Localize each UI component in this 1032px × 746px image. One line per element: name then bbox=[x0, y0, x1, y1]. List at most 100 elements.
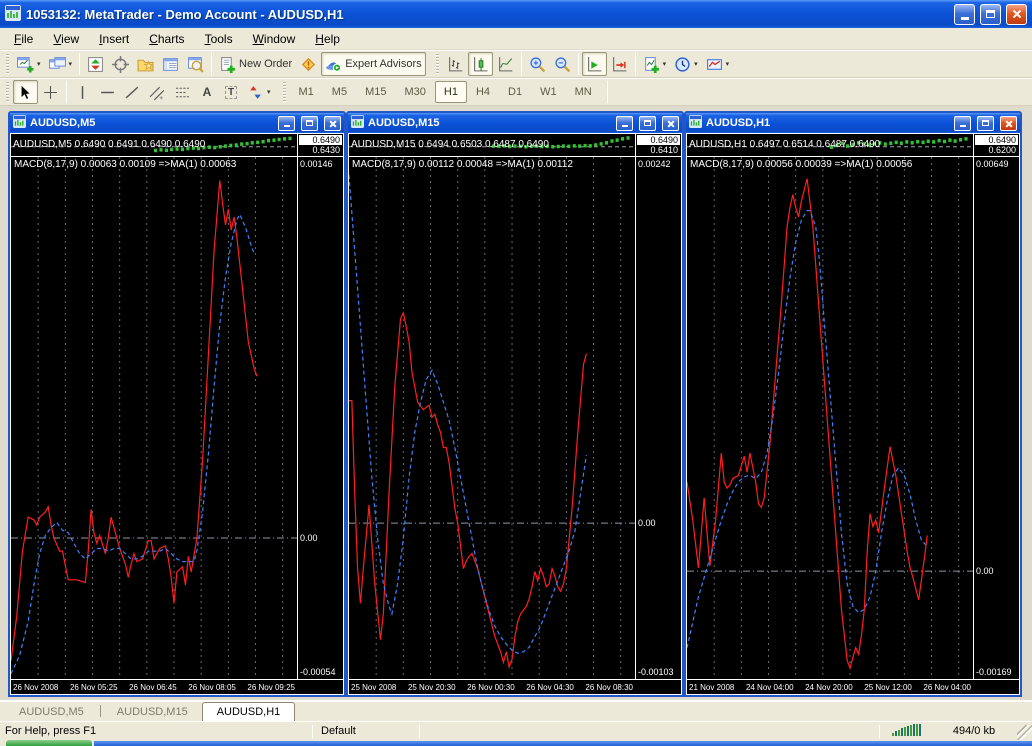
navigator-button[interactable] bbox=[133, 52, 158, 76]
time-label: 24 Nov 04:00 bbox=[746, 683, 794, 692]
toolbar-grip[interactable] bbox=[283, 82, 286, 102]
candlestick-chart-button[interactable] bbox=[468, 52, 493, 76]
close-button[interactable] bbox=[1006, 4, 1027, 25]
price-pane[interactable]: AUDUSD,M15 0.6494 0.6503 0.6487 0.6490 0… bbox=[349, 134, 681, 157]
fibonacci-tool-button[interactable] bbox=[170, 80, 195, 104]
crosshair-tool-button[interactable] bbox=[38, 80, 63, 104]
zoom-out-button[interactable] bbox=[550, 52, 575, 76]
macd-pane[interactable]: MACD(8,17,9) 0.00063 0.00109 =>MA(1) 0.0… bbox=[11, 157, 343, 679]
status-profile[interactable]: Default bbox=[313, 725, 419, 737]
tab-audusd-m5[interactable]: AUDUSD,M5 bbox=[5, 704, 98, 721]
text-label-tool-button[interactable]: T bbox=[219, 80, 243, 104]
timeframe-m15-button[interactable]: M15 bbox=[356, 81, 395, 103]
chart-minimize-button[interactable] bbox=[278, 116, 295, 131]
data-window-button[interactable] bbox=[108, 52, 133, 76]
chart-window-audusd-m5[interactable]: AUDUSD,M5 AUDUSD,M5 0.6490 0.6491 0.6490… bbox=[8, 111, 346, 697]
menu-charts[interactable]: Charts bbox=[139, 29, 194, 49]
chart-minimize-button[interactable] bbox=[954, 116, 971, 131]
timeframe-d1-button[interactable]: D1 bbox=[499, 81, 531, 103]
chart-client-area[interactable]: AUDUSD,M5 0.6490 0.6491 0.6490 0.6490 0.… bbox=[10, 133, 344, 695]
chart-maximize-button[interactable] bbox=[977, 116, 994, 131]
tab-audusd-h1[interactable]: AUDUSD,H1 bbox=[202, 702, 296, 721]
timeframe-h1-button[interactable]: H1 bbox=[435, 81, 467, 103]
chart-window-audusd-m15[interactable]: AUDUSD,M15 AUDUSD,M15 0.6494 0.6503 0.64… bbox=[346, 111, 684, 697]
market-watch-button[interactable] bbox=[83, 52, 108, 76]
terminal-button[interactable] bbox=[158, 52, 183, 76]
chart-window-audusd-h1[interactable]: AUDUSD,H1 AUDUSD,H1 0.6497 0.6514 0.6487… bbox=[684, 111, 1022, 697]
timeframe-m1-button[interactable]: M1 bbox=[290, 81, 323, 103]
menu-tools[interactable]: Tools bbox=[195, 29, 243, 49]
new-order-button[interactable]: New Order bbox=[215, 52, 296, 76]
trendline-tool-button[interactable] bbox=[120, 80, 145, 104]
chart-title-bar[interactable]: AUDUSD,M5 bbox=[10, 113, 344, 133]
status-bar: For Help, press F1 Default 494/0 kb bbox=[0, 721, 1032, 740]
toolbar-grip[interactable] bbox=[6, 54, 9, 74]
resize-grip[interactable] bbox=[1017, 725, 1032, 740]
maximize-button[interactable] bbox=[980, 4, 1001, 25]
new-chart-button[interactable]: ▾ bbox=[13, 52, 45, 76]
timeframe-w1-button[interactable]: W1 bbox=[531, 81, 566, 103]
strategy-tester-button[interactable] bbox=[183, 52, 208, 76]
menu-window[interactable]: Window bbox=[243, 29, 306, 49]
minimize-icon bbox=[961, 17, 969, 20]
tab-audusd-m15[interactable]: AUDUSD,M15 bbox=[103, 704, 202, 721]
chevron-down-icon: ▾ bbox=[37, 60, 41, 68]
macd-pane[interactable]: MACD(8,17,9) 0.00112 0.00048 =>MA(1) 0.0… bbox=[349, 157, 681, 679]
chart-shift-button[interactable] bbox=[607, 52, 632, 76]
zoom-in-button[interactable] bbox=[525, 52, 550, 76]
timeframe-m5-button[interactable]: M5 bbox=[323, 81, 356, 103]
expert-advisors-button[interactable]: Expert Advisors bbox=[321, 52, 425, 76]
metaeditor-button[interactable] bbox=[296, 52, 321, 76]
chart-title-bar[interactable]: AUDUSD,H1 bbox=[686, 113, 1020, 133]
menu-help[interactable]: Help bbox=[305, 29, 350, 49]
chart-close-button[interactable] bbox=[324, 116, 341, 131]
scale-max: 0.00146 bbox=[300, 159, 333, 169]
toolbar-grip[interactable] bbox=[436, 54, 439, 74]
price-pane[interactable]: AUDUSD,H1 0.6497 0.6514 0.6487 0.6490 0.… bbox=[687, 134, 1019, 157]
chart-close-button[interactable] bbox=[662, 116, 679, 131]
chart-minimize-button[interactable] bbox=[616, 116, 633, 131]
chart-maximize-button[interactable] bbox=[301, 116, 318, 131]
chart-window-icon bbox=[351, 115, 364, 131]
price-pane[interactable]: AUDUSD,M5 0.6490 0.6491 0.6490 0.6490 0.… bbox=[11, 134, 343, 157]
chart-title-bar[interactable]: AUDUSD,M15 bbox=[348, 113, 682, 133]
app-title: 1053132: MetaTrader - Demo Account - AUD… bbox=[26, 7, 344, 22]
indicators-button[interactable]: ▾ bbox=[639, 52, 671, 76]
time-label: 26 Nov 06:45 bbox=[129, 683, 177, 692]
chart-maximize-button[interactable] bbox=[639, 116, 656, 131]
time-axis[interactable]: 26 Nov 2008 26 Nov 05:25 26 Nov 06:45 26… bbox=[11, 679, 343, 694]
toolbar-separator bbox=[211, 53, 212, 75]
text-tool-icon: A bbox=[203, 85, 212, 99]
menu-view[interactable]: View bbox=[43, 29, 89, 49]
bar-chart-button[interactable] bbox=[443, 52, 468, 76]
timeframe-mn-button[interactable]: MN bbox=[566, 81, 601, 103]
minimize-button[interactable] bbox=[954, 4, 975, 25]
equidistant-channel-tool-button[interactable] bbox=[145, 80, 170, 104]
chart-close-button[interactable] bbox=[1000, 116, 1017, 131]
cursor-tool-button[interactable] bbox=[13, 80, 38, 104]
text-tool-button[interactable]: A bbox=[195, 80, 219, 104]
time-axis[interactable]: 25 Nov 2008 25 Nov 20:30 26 Nov 00:30 26… bbox=[349, 679, 681, 694]
menu-file[interactable]: File bbox=[4, 29, 43, 49]
horizontal-line-tool-button[interactable] bbox=[95, 80, 120, 104]
vertical-line-tool-button[interactable] bbox=[70, 80, 95, 104]
macd-pane[interactable]: MACD(8,17,9) 0.00056 0.00039 =>MA(1) 0.0… bbox=[687, 157, 1019, 679]
line-chart-button[interactable] bbox=[493, 52, 518, 76]
metaeditor-diamond-icon bbox=[300, 56, 317, 73]
chart-client-area[interactable]: AUDUSD,M15 0.6494 0.6503 0.6487 0.6490 0… bbox=[348, 133, 682, 695]
arrows-tool-button[interactable]: ▾ bbox=[243, 80, 275, 104]
app-title-bar: 1053132: MetaTrader - Demo Account - AUD… bbox=[0, 0, 1032, 28]
periods-button[interactable]: ▾ bbox=[670, 52, 702, 76]
auto-scroll-button[interactable] bbox=[582, 52, 607, 76]
timeframe-m30-button[interactable]: M30 bbox=[395, 81, 434, 103]
chart-client-area[interactable]: AUDUSD,H1 0.6497 0.6514 0.6487 0.6490 0.… bbox=[686, 133, 1020, 695]
profiles-button[interactable]: ▾ bbox=[45, 52, 77, 76]
timeframe-h4-button[interactable]: H4 bbox=[467, 81, 499, 103]
chevron-down-icon: ▾ bbox=[267, 88, 271, 96]
cursor-arrow-icon bbox=[17, 84, 34, 101]
time-axis[interactable]: 21 Nov 2008 24 Nov 04:00 24 Nov 20:00 25… bbox=[687, 679, 1019, 694]
templates-button[interactable]: ▾ bbox=[702, 52, 734, 76]
toolbar-grip[interactable] bbox=[6, 82, 9, 102]
menu-insert[interactable]: Insert bbox=[89, 29, 139, 49]
toolbar-separator bbox=[578, 53, 579, 75]
